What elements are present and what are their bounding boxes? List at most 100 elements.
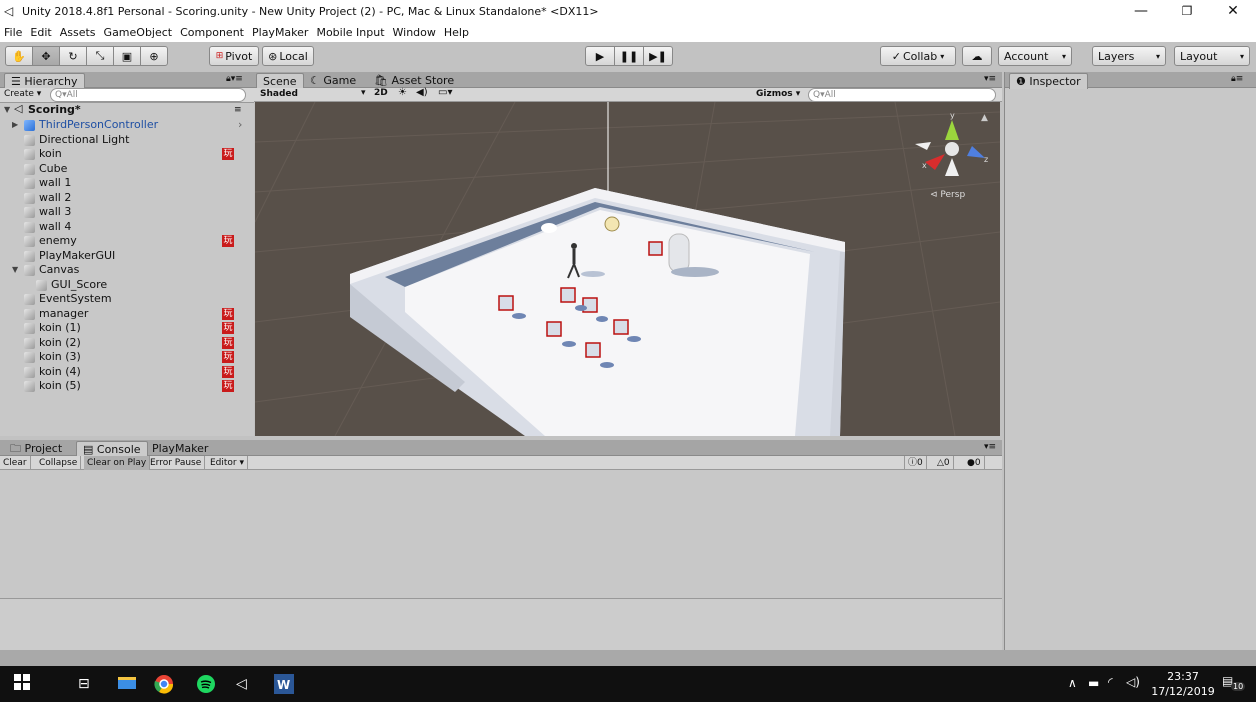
hierarchy-item[interactable]: PlayMakerGUI — [0, 249, 254, 264]
tab-hierarchy[interactable]: ☰ Hierarchy — [4, 73, 85, 89]
lock-icon[interactable]: 🔒︎▾≡ — [226, 74, 243, 84]
lock-icon[interactable]: ▲ — [981, 113, 988, 123]
hierarchy-item[interactable]: manager 玩 — [0, 307, 254, 322]
wifi-icon[interactable]: ◜ — [1108, 675, 1113, 689]
layers-dropdown[interactable]: Layers ▾ — [1092, 46, 1166, 66]
hand-tool-icon[interactable]: ✋ — [5, 46, 33, 66]
perspective-label[interactable]: ⊲ Persp — [930, 190, 965, 200]
hierarchy-search-input[interactable]: Q▾All — [50, 88, 246, 102]
tab-inspector[interactable]: ❶ Inspector — [1009, 73, 1088, 89]
hierarchy-item[interactable]: koin (1) 玩 — [0, 321, 254, 336]
lock-icon[interactable]: 🔒︎≡ — [1231, 74, 1243, 84]
scene-root-row[interactable]: ▼ ◁ Scoring* ≡ — [0, 102, 254, 118]
playmaker-fsm-icon[interactable]: 玩 — [222, 365, 234, 378]
playmaker-fsm-icon[interactable]: 玩 — [222, 380, 234, 392]
error-count-toggle[interactable]: ●0 — [964, 456, 985, 470]
file-explorer-icon[interactable] — [118, 674, 138, 694]
account-dropdown[interactable]: Account ▾ — [998, 46, 1072, 66]
pivot-button[interactable]: ⊞ Pivot — [209, 46, 259, 66]
tab-console[interactable]: ▤ Console — [76, 441, 148, 457]
spotify-icon[interactable] — [196, 674, 216, 694]
expand-arrow-icon[interactable]: ▼ — [4, 103, 10, 117]
hierarchy-item[interactable]: wall 2 — [0, 191, 254, 206]
scale-tool-icon[interactable]: ⤡ — [86, 46, 114, 66]
maximize-icon[interactable]: ❐ — [1164, 0, 1210, 22]
menu-mobile-input[interactable]: Mobile Input — [316, 26, 384, 39]
windows-start-icon[interactable] — [14, 674, 34, 694]
hierarchy-item[interactable]: koin (2) 玩 — [0, 336, 254, 351]
unity-taskbar-icon[interactable]: ◁ — [236, 674, 256, 694]
collab-button[interactable]: ✓ Collab ▾ — [880, 46, 956, 66]
playmaker-fsm-icon[interactable]: 玩 — [222, 235, 234, 247]
layout-dropdown[interactable]: Layout ▾ — [1174, 46, 1250, 66]
volume-icon[interactable]: ◁) — [1126, 675, 1140, 689]
menu-help[interactable]: Help — [444, 26, 469, 39]
rotate-tool-icon[interactable]: ↻ — [59, 46, 87, 66]
hierarchy-item[interactable]: ▶ ThirdPersonController › — [0, 118, 254, 133]
playmaker-fsm-icon[interactable]: 玩 — [222, 148, 234, 160]
console-detail-area[interactable] — [0, 599, 1002, 650]
tab-game[interactable]: ☾ Game — [304, 73, 362, 89]
hierarchy-item[interactable]: koin (5) 玩 — [0, 379, 254, 394]
expand-arrow-icon[interactable]: ▶ — [12, 118, 18, 132]
console-log-area[interactable] — [0, 470, 1002, 598]
hierarchy-item[interactable]: wall 4 — [0, 220, 254, 235]
notifications-icon[interactable]: ▤ 10 — [1222, 674, 1246, 694]
menu-icon[interactable]: ▾≡ — [984, 74, 996, 84]
playmaker-fsm-icon[interactable]: 玩 — [222, 351, 234, 363]
clock[interactable]: 23:37 17/12/2019 — [1150, 669, 1216, 699]
tray-chevron-icon[interactable]: ∧ — [1068, 676, 1077, 690]
menu-window[interactable]: Window — [393, 26, 436, 39]
hierarchy-item[interactable]: Cube — [0, 162, 254, 177]
menu-file[interactable]: File — [4, 26, 22, 39]
log-count-toggle[interactable]: ⓘ0 — [904, 456, 927, 470]
collapse-button[interactable]: Collapse — [36, 456, 82, 470]
play-button[interactable]: ▶ — [585, 46, 615, 66]
pause-button[interactable]: ❚❚ — [614, 46, 644, 66]
menu-icon[interactable]: ≡ — [234, 103, 242, 117]
gizmos-dropdown[interactable]: Gizmos ▾ — [756, 89, 800, 99]
hierarchy-item[interactable]: wall 3 — [0, 205, 254, 220]
cloud-button[interactable]: ☁ — [962, 46, 992, 66]
warning-count-toggle[interactable]: △0 — [934, 456, 954, 470]
hierarchy-item[interactable]: enemy 玩 — [0, 234, 254, 249]
chevron-right-icon[interactable]: › — [238, 118, 242, 132]
tab-playmaker[interactable]: PlayMaker — [146, 441, 214, 457]
2d-toggle[interactable]: 2D — [374, 88, 388, 98]
scene-viewport[interactable]: y z x ⊲ Persp ▲ — [255, 102, 1000, 436]
transform-tool-icon[interactable]: ⊕ — [140, 46, 168, 66]
error-pause-button[interactable]: Error Pause — [147, 456, 206, 470]
hierarchy-item[interactable]: koin (3) 玩 — [0, 350, 254, 365]
battery-icon[interactable]: ▬ — [1088, 676, 1099, 690]
close-icon[interactable]: ✕ — [1210, 0, 1256, 22]
hierarchy-item[interactable]: koin (4) 玩 — [0, 365, 254, 380]
expand-arrow-icon[interactable]: ▼ — [12, 263, 18, 277]
task-view-icon[interactable]: ⊟ — [78, 674, 98, 694]
effects-icon[interactable]: ▭▾ — [438, 87, 452, 98]
audio-icon[interactable]: ◀) — [416, 87, 428, 98]
hierarchy-item[interactable]: wall 1 — [0, 176, 254, 191]
playmaker-fsm-icon[interactable]: 玩 — [222, 322, 234, 334]
playmaker-fsm-icon[interactable]: 玩 — [222, 336, 234, 349]
chrome-icon[interactable] — [154, 674, 174, 694]
step-button[interactable]: ▶❚ — [643, 46, 673, 66]
menu-component[interactable]: Component — [180, 26, 244, 39]
word-icon[interactable]: W — [274, 674, 294, 694]
shading-dropdown[interactable]: Shaded — [260, 89, 298, 99]
hierarchy-item[interactable]: Directional Light — [0, 133, 254, 148]
scene-search-input[interactable]: Q▾All — [808, 88, 996, 102]
tab-scene[interactable]: Scene — [256, 73, 304, 89]
rect-tool-icon[interactable]: ▣ — [113, 46, 141, 66]
clear-on-play-button[interactable]: Clear on Play — [84, 456, 151, 470]
lighting-icon[interactable]: ☀ — [398, 87, 407, 98]
hierarchy-item[interactable]: ▼ Canvas — [0, 263, 254, 278]
tab-project[interactable]: 🗀︎ Project — [4, 441, 68, 457]
move-tool-icon[interactable]: ✥ — [32, 46, 60, 66]
menu-gameobject[interactable]: GameObject — [104, 26, 173, 39]
minimize-icon[interactable]: — — [1118, 0, 1164, 22]
create-dropdown[interactable]: Create ▾ — [4, 89, 41, 99]
editor-dropdown[interactable]: Editor ▾ — [207, 456, 249, 470]
clear-button[interactable]: Clear — [0, 456, 31, 470]
hierarchy-item[interactable]: GUI_Score — [0, 278, 254, 293]
playmaker-fsm-icon[interactable]: 玩 — [222, 307, 234, 320]
